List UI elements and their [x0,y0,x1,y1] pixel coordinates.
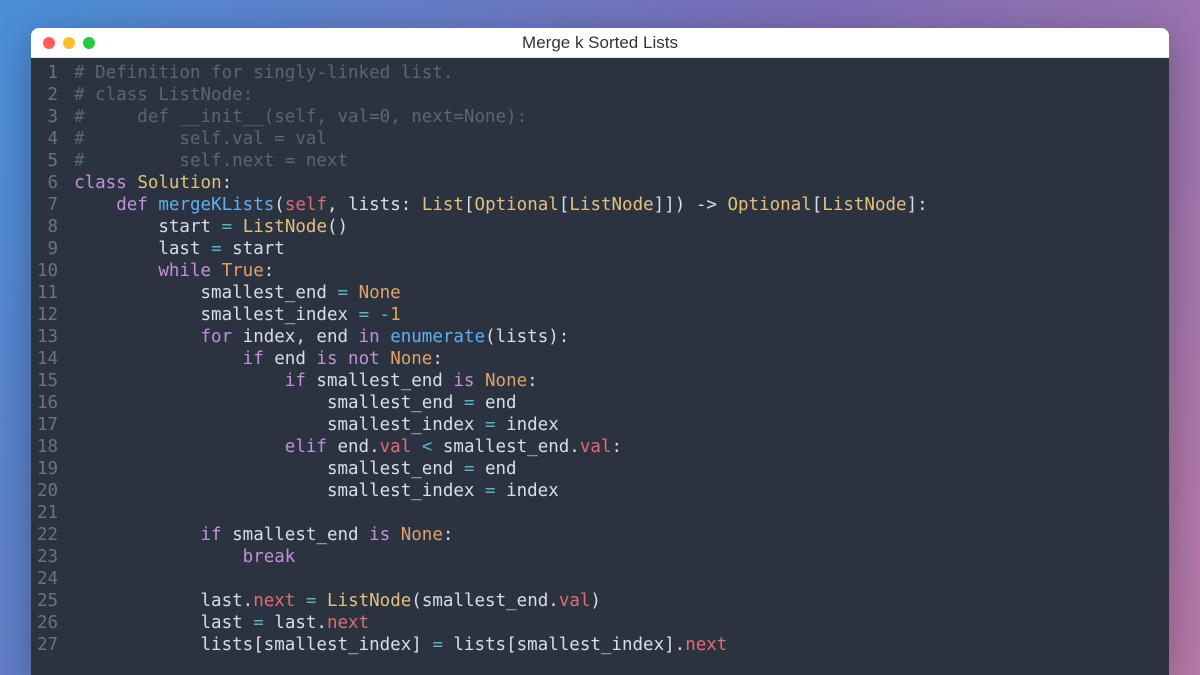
code-line[interactable]: start = ListNode() [74,216,1169,238]
line-number: 5 [37,150,58,172]
code-line[interactable]: if smallest_end is None: [74,370,1169,392]
line-number: 27 [37,634,58,656]
line-number: 8 [37,216,58,238]
code-line[interactable]: # self.next = next [74,150,1169,172]
window-title: Merge k Sorted Lists [31,33,1169,53]
code-line[interactable] [74,568,1169,590]
line-number: 12 [37,304,58,326]
line-number: 19 [37,458,58,480]
line-number: 23 [37,546,58,568]
titlebar[interactable]: Merge k Sorted Lists [31,28,1169,58]
code-line[interactable]: elif end.val < smallest_end.val: [74,436,1169,458]
code-line[interactable]: def mergeKLists(self, lists: List[Option… [74,194,1169,216]
zoom-icon[interactable] [83,37,95,49]
code-line[interactable]: smallest_index = index [74,414,1169,436]
line-number: 11 [37,282,58,304]
close-icon[interactable] [43,37,55,49]
code-line[interactable] [74,502,1169,524]
line-number: 26 [37,612,58,634]
line-number: 21 [37,502,58,524]
line-number: 17 [37,414,58,436]
line-number: 7 [37,194,58,216]
code-line[interactable]: smallest_index = -1 [74,304,1169,326]
code-line[interactable]: last = last.next [74,612,1169,634]
line-number: 16 [37,392,58,414]
code-line[interactable]: while True: [74,260,1169,282]
line-number: 24 [37,568,58,590]
code-line[interactable]: last = start [74,238,1169,260]
traffic-lights [43,37,95,49]
line-number: 13 [37,326,58,348]
code-editor[interactable]: 1234567891011121314151617181920212223242… [31,58,1169,675]
line-number: 25 [37,590,58,612]
minimize-icon[interactable] [63,37,75,49]
app-window: Merge k Sorted Lists 1234567891011121314… [31,28,1169,675]
line-number: 20 [37,480,58,502]
code-line[interactable]: if end is not None: [74,348,1169,370]
line-number: 4 [37,128,58,150]
line-number: 10 [37,260,58,282]
line-number: 22 [37,524,58,546]
line-number: 18 [37,436,58,458]
code-content[interactable]: # Definition for singly-linked list.# cl… [68,58,1169,675]
code-line[interactable]: for index, end in enumerate(lists): [74,326,1169,348]
code-line[interactable]: # def __init__(self, val=0, next=None): [74,106,1169,128]
code-line[interactable]: # class ListNode: [74,84,1169,106]
line-number: 9 [37,238,58,260]
code-line[interactable]: break [74,546,1169,568]
code-line[interactable]: if smallest_end is None: [74,524,1169,546]
code-line[interactable]: class Solution: [74,172,1169,194]
code-line[interactable]: smallest_end = None [74,282,1169,304]
line-number: 14 [37,348,58,370]
line-number: 3 [37,106,58,128]
line-number: 1 [37,62,58,84]
code-line[interactable]: lists[smallest_index] = lists[smallest_i… [74,634,1169,656]
code-line[interactable]: smallest_end = end [74,392,1169,414]
line-number: 15 [37,370,58,392]
line-number: 2 [37,84,58,106]
code-line[interactable]: # self.val = val [74,128,1169,150]
line-number: 6 [37,172,58,194]
code-line[interactable]: last.next = ListNode(smallest_end.val) [74,590,1169,612]
code-line[interactable]: smallest_index = index [74,480,1169,502]
line-number-gutter: 1234567891011121314151617181920212223242… [31,58,68,675]
code-line[interactable]: smallest_end = end [74,458,1169,480]
code-line[interactable]: # Definition for singly-linked list. [74,62,1169,84]
